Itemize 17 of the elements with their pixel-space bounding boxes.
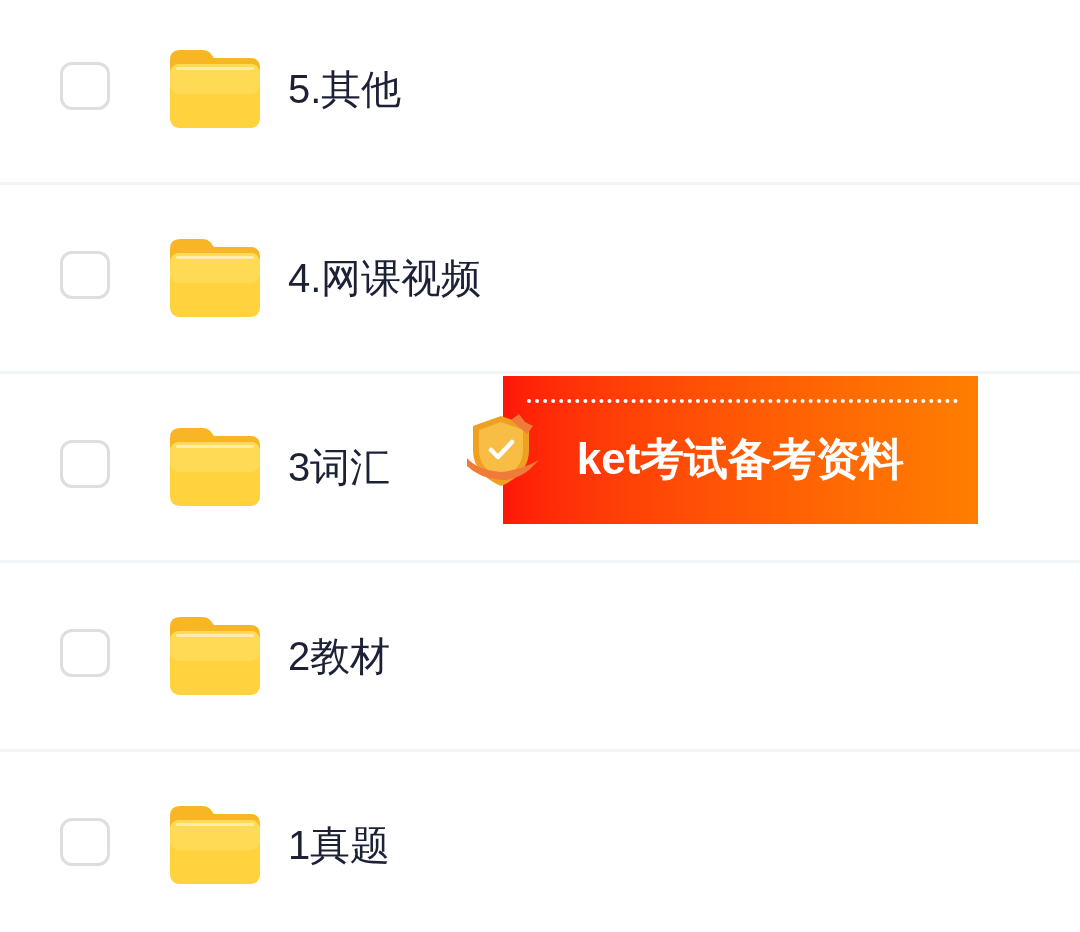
checkbox[interactable]	[60, 251, 110, 299]
shield-check-icon	[467, 414, 539, 488]
folder-icon	[170, 806, 260, 884]
folder-icon	[170, 50, 260, 128]
folder-name[interactable]: 4.网课视频	[288, 254, 482, 302]
checkbox[interactable]	[60, 629, 110, 677]
folder-name[interactable]: 2教材	[288, 632, 391, 680]
folder-name[interactable]: 1真题	[288, 821, 391, 869]
folder-name[interactable]: 5.其他	[288, 65, 402, 113]
checkbox[interactable]	[60, 62, 110, 110]
folder-icon	[170, 428, 260, 506]
checkbox[interactable]	[60, 818, 110, 866]
folder-icon	[170, 617, 260, 695]
banner-title: ket考试备考资料	[576, 433, 905, 485]
checkbox[interactable]	[60, 440, 110, 488]
folder-name[interactable]: 3词汇	[288, 443, 391, 491]
folder-icon	[170, 239, 260, 317]
